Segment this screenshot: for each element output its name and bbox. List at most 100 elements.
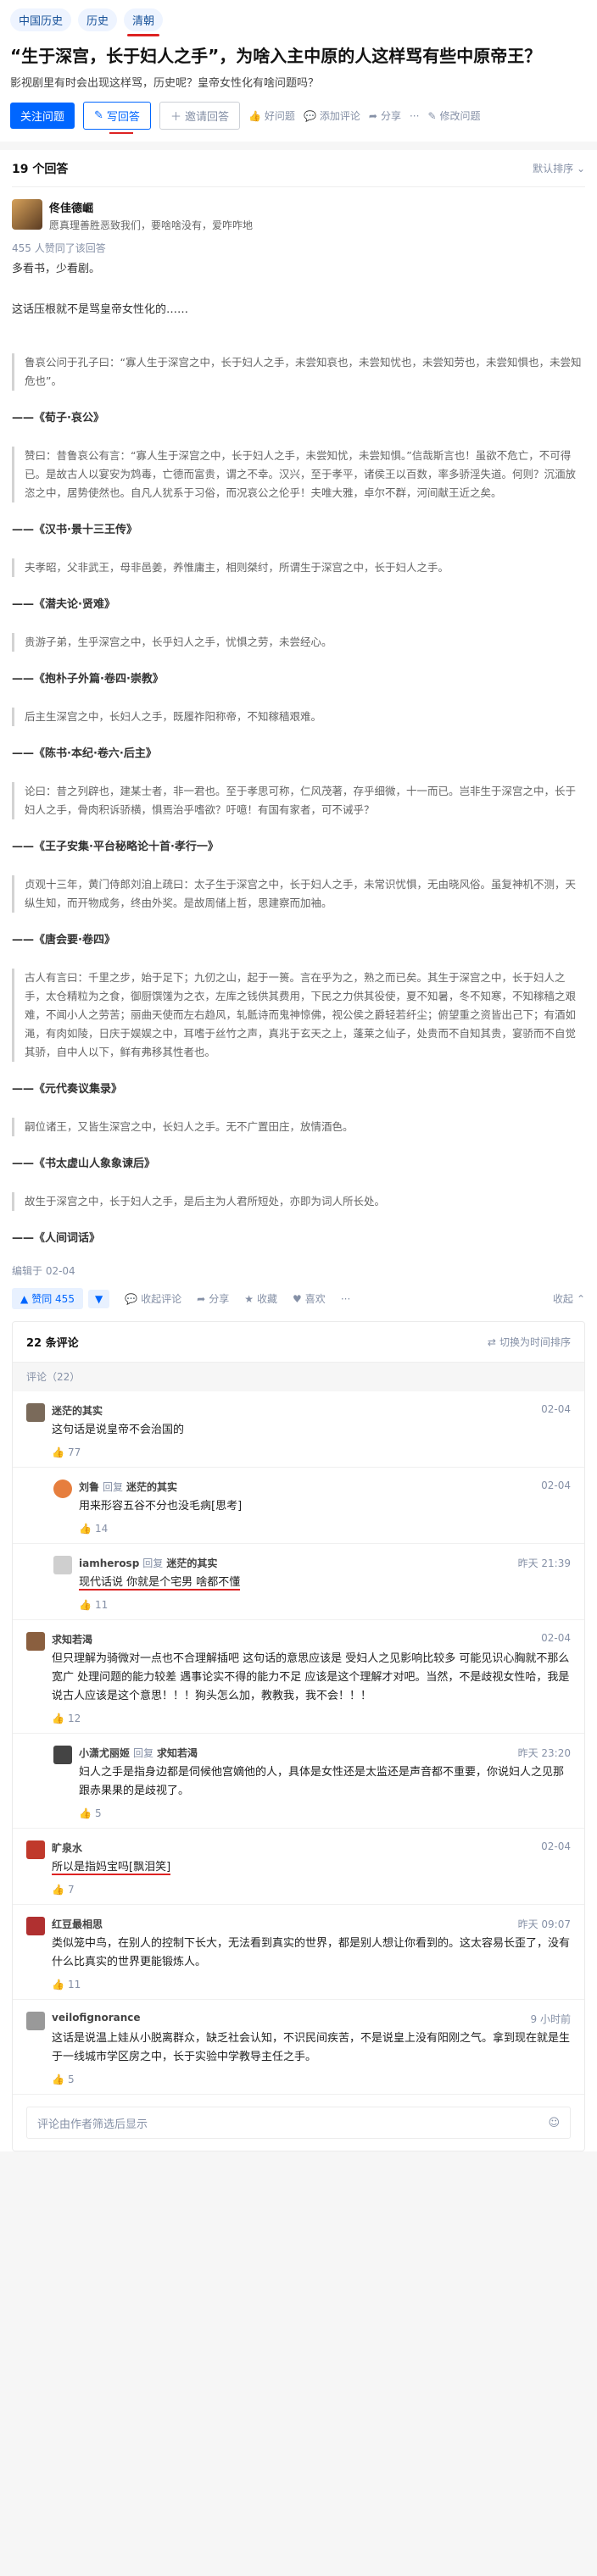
comment-like-button[interactable]: 👍 77 bbox=[52, 1446, 571, 1458]
invite-answer-button[interactable]: ＋ 邀请回答 bbox=[159, 102, 240, 130]
topic-tag[interactable]: 历史 bbox=[78, 8, 118, 31]
follow-question-button[interactable]: 关注问题 bbox=[10, 103, 75, 129]
comment-text: 所以是指妈宝吗[飘泪笑] bbox=[52, 1861, 171, 1875]
comment-text: 这句话是说皇帝不会治国的 bbox=[52, 1424, 185, 1436]
like-count: 77 bbox=[67, 1446, 81, 1458]
like-count: 5 bbox=[94, 1807, 102, 1819]
sort-dropdown[interactable]: 默认排序 ⌄ bbox=[533, 161, 585, 175]
reply-label: 回复 bbox=[103, 1481, 124, 1493]
more-button[interactable]: ··· bbox=[410, 110, 419, 122]
quote-source: ——《潜夫论·贤难》 bbox=[12, 598, 115, 611]
write-answer-button[interactable]: ✎ 写回答 bbox=[83, 102, 151, 134]
comment-user[interactable]: 红豆最相思 bbox=[52, 1917, 103, 1931]
avatar[interactable] bbox=[12, 199, 42, 230]
modify-question-button[interactable]: ✎ 修改问题 bbox=[427, 108, 480, 123]
like-label: 喜欢 bbox=[304, 1293, 326, 1305]
avatar[interactable] bbox=[26, 1917, 45, 1935]
thumb-up-icon: 👍 bbox=[52, 1446, 64, 1458]
comment-like-button[interactable]: 👍 5 bbox=[79, 1807, 571, 1819]
like-button[interactable]: ♥ 喜欢 bbox=[293, 1291, 326, 1306]
triangle-down-icon: ▼ bbox=[94, 1292, 103, 1305]
comment-like-button[interactable]: 👍 11 bbox=[79, 1599, 571, 1611]
quote-source: ——《书太虚山人象象谏后》 bbox=[12, 1158, 156, 1170]
collapse-comments-button[interactable]: 💬 收起评论 bbox=[125, 1291, 181, 1306]
comment-like-button[interactable]: 👍 14 bbox=[79, 1523, 571, 1535]
comment-time: 9 小时前 bbox=[530, 2013, 571, 2025]
triangle-up-icon: ▲ bbox=[20, 1292, 29, 1305]
paragraph: 多看书，少看剧。 bbox=[12, 263, 101, 275]
comment-count: 22 条评论 bbox=[26, 1337, 79, 1350]
reply-to-user[interactable]: 迷茫的其实 bbox=[126, 1481, 177, 1493]
downvote-button[interactable]: ▼ bbox=[87, 1289, 110, 1308]
comment-user[interactable]: veilofignorance bbox=[52, 2012, 141, 2026]
comment-like-button[interactable]: 👍 5 bbox=[52, 2074, 571, 2085]
comment-input[interactable]: 评论由作者筛选后显示 ☺ bbox=[26, 2107, 571, 2139]
topic-tag[interactable]: 清朝 bbox=[124, 8, 164, 36]
comment-user[interactable]: 刘鲁 bbox=[79, 1481, 99, 1493]
comment-user[interactable]: 迷茫的其实 bbox=[52, 1403, 103, 1418]
reply-to-user[interactable]: 迷茫的其实 bbox=[166, 1557, 217, 1569]
comment-icon: 💬 bbox=[303, 109, 316, 122]
like-count: 5 bbox=[67, 2074, 75, 2085]
avatar[interactable] bbox=[26, 1403, 45, 1422]
comment-item: 小潇尤丽姬 回复 求知若渴 昨天 23:20 妇人之手是指身边都是伺候他宫嫡他的人，… bbox=[13, 1734, 584, 1829]
thumb-up-icon: 👍 bbox=[79, 1807, 92, 1819]
more-button[interactable]: ··· bbox=[341, 1293, 350, 1305]
avatar[interactable] bbox=[26, 2012, 45, 2030]
comment-item: 求知若渴 02-04 但只理解为骑微对一点也不合理解插吧 这句话的意思应该是 受… bbox=[13, 1620, 584, 1734]
comment-user[interactable]: iamherosp bbox=[79, 1557, 139, 1569]
good-question-button[interactable]: 👍 好问题 bbox=[248, 108, 295, 123]
author-name[interactable]: 佟佳德崛 bbox=[49, 199, 253, 215]
swap-icon: ⇄ bbox=[487, 1335, 496, 1348]
page: 中国历史 历史 清朝 “生于深宫，长于妇人之手”，为啥入主中原的人这样骂有些中原… bbox=[0, 0, 597, 2576]
add-comment-button[interactable]: 💬 添加评论 bbox=[304, 108, 360, 123]
topic-tag[interactable]: 中国历史 bbox=[10, 8, 72, 31]
quote-block: 贵游子弟，生乎深宫之中，长乎妇人之手，忧惧之劳，未尝经心。 bbox=[12, 633, 585, 652]
quote-block: 论曰：昔之列辟也，建某士者，非一君也。至于孝思可称，仁风茂著，存乎细微，十一而已… bbox=[12, 782, 585, 819]
comment-like-button[interactable]: 👍 12 bbox=[52, 1713, 571, 1724]
add-comment-label: 添加评论 bbox=[319, 110, 360, 122]
comment-item: 红豆最相思 昨天 09:07 类似笼中鸟，在别人的控制下长大，无法看到真实的世界… bbox=[13, 1905, 584, 2000]
comment-like-button[interactable]: 👍 7 bbox=[52, 1884, 571, 1896]
comment-user[interactable]: 求知若渴 bbox=[52, 1632, 92, 1646]
quote-source: ——《抱朴子外篇·卷四·崇教》 bbox=[12, 673, 164, 686]
fold-answer-button[interactable]: 收起 ⌃ bbox=[553, 1291, 585, 1306]
comment-text: 但只理解为骑微对一点也不合理解插吧 这句话的意思应该是 受妇人之见影响比较多 可… bbox=[52, 1652, 570, 1702]
pencil-icon: ✎ bbox=[427, 109, 437, 122]
like-count: 14 bbox=[94, 1523, 109, 1535]
comment-user[interactable]: 旷泉水 bbox=[52, 1840, 82, 1855]
share-answer-button[interactable]: ➦ 分享 bbox=[197, 1291, 229, 1306]
emoji-icon[interactable]: ☺ bbox=[548, 2117, 560, 2129]
avatar[interactable] bbox=[53, 1556, 72, 1574]
collapse-comments-label: 收起评论 bbox=[141, 1293, 182, 1305]
comment-user[interactable]: 小潇尤丽姬 bbox=[79, 1747, 130, 1759]
share-button[interactable]: ➦ 分享 bbox=[369, 108, 401, 123]
reply-to-user[interactable]: 求知若渴 bbox=[157, 1747, 198, 1759]
quote-source: ——《汉书·景十三王传》 bbox=[12, 524, 137, 536]
like-count: 11 bbox=[67, 1979, 81, 1990]
share-answer-label: 分享 bbox=[209, 1293, 230, 1305]
answer-card: 19 个回答 默认排序 ⌄ 佟佳德崛 愿真理善胜恶致我们，要啥啥没有，爱咋咋地 … bbox=[0, 150, 597, 2151]
comment-text: 类似笼中鸟，在别人的控制下长大，无法看到真实的世界，都是别人想让你看到的。这太容… bbox=[52, 1937, 571, 1968]
avatar[interactable] bbox=[26, 1632, 45, 1651]
pencil-icon: ✎ bbox=[94, 109, 103, 122]
comment-text: 现代话说 你就是个宅男 啥都不懂 bbox=[79, 1576, 241, 1591]
agree-count: 455 人赞同了该回答 bbox=[12, 242, 106, 254]
upvote-button[interactable]: ▲ 赞同 455 bbox=[12, 1288, 83, 1309]
comment-item: 刘鲁 回复 迷茫的其实 02-04 用来形容五谷不分也没毛病[思考] 👍 14 bbox=[13, 1468, 584, 1544]
add-user-icon: ＋ bbox=[170, 111, 181, 124]
thumb-up-icon: 👍 bbox=[52, 1884, 64, 1896]
comment-like-button[interactable]: 👍 11 bbox=[52, 1979, 571, 1990]
quote-block: 赞曰：昔鲁哀公有言：“寡人生于深宫之中，长于妇人之手，未尝知忧，未尝知惧。”信哉… bbox=[12, 447, 585, 502]
thumb-up-icon: 👍 bbox=[52, 2074, 64, 2085]
comment-time: 02-04 bbox=[541, 1840, 571, 1852]
quote-source: ——《陈书·本纪·卷六·后主》 bbox=[12, 747, 157, 760]
avatar[interactable] bbox=[53, 1746, 72, 1764]
paragraph: 这话压根就不是骂皇帝女性化的…… bbox=[12, 303, 189, 316]
quote-source: ——《元代奏议集录》 bbox=[12, 1083, 123, 1096]
switch-sort-button[interactable]: ⇄ 切换为时间排序 bbox=[488, 1335, 571, 1349]
avatar[interactable] bbox=[26, 1840, 45, 1859]
thumb-up-icon: 👍 bbox=[52, 1979, 64, 1990]
avatar[interactable] bbox=[53, 1480, 72, 1498]
favorite-button[interactable]: ★ 收藏 bbox=[244, 1291, 277, 1306]
